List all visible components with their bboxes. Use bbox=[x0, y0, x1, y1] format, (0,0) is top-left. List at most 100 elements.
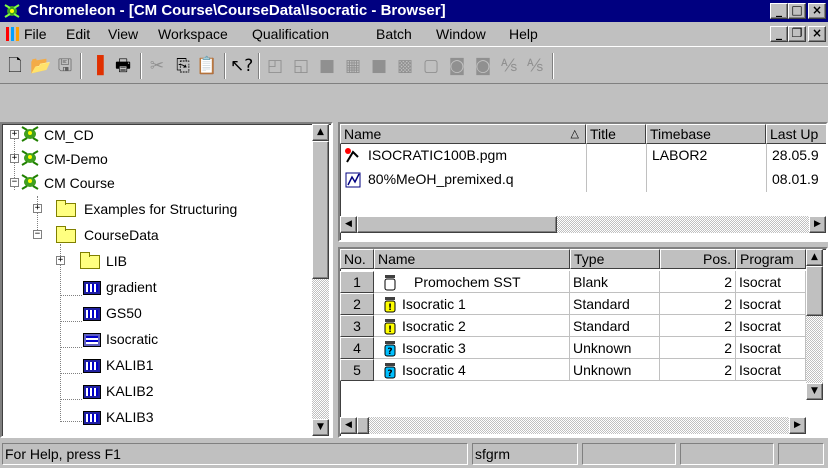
peak-icon[interactable]: ⅍ bbox=[498, 55, 520, 77]
spectra-icon[interactable]: ▩ bbox=[394, 55, 416, 77]
tree-item-kalib3[interactable]: KALIB3 bbox=[2, 406, 312, 430]
peak-alt-icon[interactable]: ⅍ bbox=[524, 55, 546, 77]
tree-item-cm-cd[interactable]: + CM_CD bbox=[2, 124, 312, 148]
sample-pos[interactable]: 2 bbox=[660, 271, 736, 293]
column-header-pos[interactable]: Pos. bbox=[660, 249, 736, 269]
tree-scrollbar[interactable]: ▲ ▼ bbox=[312, 124, 329, 436]
block-icon[interactable]: ■ bbox=[368, 55, 390, 77]
column-header-name[interactable]: Name △ bbox=[340, 124, 586, 144]
tree-item-gs50[interactable]: GS50 bbox=[2, 302, 312, 326]
row-number[interactable]: 5 bbox=[340, 359, 374, 381]
report-icon[interactable]: ◱ bbox=[290, 55, 312, 77]
expand-icon[interactable]: + bbox=[10, 130, 19, 139]
menu-workspace[interactable]: Workspace bbox=[158, 26, 228, 42]
scrollbar-thumb[interactable] bbox=[806, 266, 823, 316]
scroll-left-button[interactable]: ◀ bbox=[340, 216, 357, 233]
column-header-type[interactable]: Type bbox=[570, 249, 660, 269]
sample-pos[interactable]: 2 bbox=[660, 359, 736, 381]
menu-help[interactable]: Help bbox=[509, 26, 538, 42]
tree-item-lib[interactable]: + LIB bbox=[2, 250, 312, 274]
column-header-program[interactable]: Program bbox=[736, 249, 806, 269]
menu-qualification[interactable]: Qualification bbox=[252, 26, 329, 42]
sample-type[interactable]: Unknown bbox=[570, 337, 660, 359]
grid-icon[interactable]: ▦ bbox=[342, 55, 364, 77]
close-button[interactable]: × bbox=[808, 3, 826, 19]
cut-icon[interactable]: ✂ bbox=[146, 55, 168, 77]
row-number[interactable]: 4 bbox=[340, 337, 374, 359]
scrollbar-thumb[interactable] bbox=[357, 216, 557, 233]
row-number[interactable]: 1 bbox=[340, 271, 374, 293]
scroll-up-button[interactable]: ▲ bbox=[312, 124, 329, 141]
menu-view[interactable]: View bbox=[108, 26, 138, 42]
file-row[interactable]: 80%MeOH_premixed.q 08.01.9 bbox=[340, 168, 826, 192]
sample-pos[interactable]: 2 bbox=[660, 315, 736, 337]
sample-program[interactable]: Isocrat bbox=[736, 337, 806, 359]
row-number[interactable]: 3 bbox=[340, 315, 374, 337]
sample-name-cell[interactable]: ? Isocratic 4 bbox=[374, 359, 570, 381]
scroll-right-button[interactable]: ▶ bbox=[809, 216, 826, 233]
tree-item-isocratic[interactable]: Isocratic bbox=[2, 328, 312, 352]
sample-program[interactable]: Isocrat bbox=[736, 315, 806, 337]
open-folder-icon[interactable]: 📂 bbox=[30, 55, 52, 77]
sample-table-vscrollbar[interactable]: ▲ ▼ bbox=[806, 249, 823, 400]
size-grip-icon[interactable] bbox=[778, 443, 824, 465]
minimize-button[interactable]: _ bbox=[770, 3, 788, 19]
sample-program[interactable]: Isocrat bbox=[736, 293, 806, 315]
sample-row[interactable]: 2 ! Isocratic 1 Standard 2 Isocrat bbox=[340, 293, 806, 315]
print-icon[interactable]: 🖶 bbox=[112, 55, 134, 77]
expand-icon[interactable]: + bbox=[56, 256, 65, 265]
column-header-title[interactable]: Title bbox=[586, 124, 646, 144]
sample-type[interactable]: Unknown bbox=[570, 359, 660, 381]
sample-alt-icon[interactable]: ◙ bbox=[472, 55, 494, 77]
context-help-icon[interactable]: ↖? bbox=[230, 55, 253, 77]
sequence-wizard-icon[interactable]: ▐ bbox=[86, 55, 108, 77]
expand-icon[interactable]: + bbox=[10, 154, 19, 163]
tree-item-kalib1[interactable]: KALIB1 bbox=[2, 354, 312, 378]
save-icon[interactable]: 🖫 bbox=[54, 55, 76, 77]
copy-icon[interactable]: ⎘ bbox=[172, 55, 194, 77]
new-file-icon[interactable]: 🗋 bbox=[4, 55, 26, 77]
mdi-close-button[interactable]: × bbox=[808, 26, 826, 42]
mdi-minimize-button[interactable]: _ bbox=[770, 26, 788, 42]
sample-row[interactable]: 4 ? Isocratic 3 Unknown 2 Isocrat bbox=[340, 337, 806, 359]
paste-icon[interactable]: 📋 bbox=[196, 55, 218, 77]
menu-edit[interactable]: Edit bbox=[66, 26, 90, 42]
expand-icon[interactable]: + bbox=[33, 204, 42, 213]
column-header-timebase[interactable]: Timebase bbox=[646, 124, 766, 144]
table-icon[interactable]: ■ bbox=[316, 55, 338, 77]
sample-pos[interactable]: 2 bbox=[660, 337, 736, 359]
chromatogram-icon[interactable]: ◰ bbox=[264, 55, 286, 77]
window-icon[interactable]: ▢ bbox=[420, 55, 442, 77]
sample-program[interactable]: Isocrat bbox=[736, 271, 806, 293]
tree-item-gradient[interactable]: gradient bbox=[2, 276, 312, 300]
sample-program[interactable]: Isocrat bbox=[736, 359, 806, 381]
sample-pos[interactable]: 2 bbox=[660, 293, 736, 315]
collapse-icon[interactable]: − bbox=[10, 178, 19, 187]
document-menu-icon[interactable] bbox=[4, 25, 22, 43]
menu-batch[interactable]: Batch bbox=[376, 26, 412, 42]
sample-table-hscrollbar[interactable]: ◀ ▶ bbox=[340, 417, 806, 434]
tree-item-kalib2[interactable]: KALIB2 bbox=[2, 380, 312, 404]
file-row[interactable]: ISOCRATIC100B.pgm LABOR2 28.05.9 bbox=[340, 144, 826, 168]
tree-item-cm-course[interactable]: − CM Course bbox=[2, 172, 312, 196]
scroll-down-button[interactable]: ▼ bbox=[806, 383, 823, 400]
sample-name-cell[interactable]: ? Isocratic 3 bbox=[374, 337, 570, 359]
sample-type[interactable]: Standard bbox=[570, 315, 660, 337]
maximize-button[interactable]: □ bbox=[788, 3, 806, 19]
sample-name-cell[interactable]: Promochem SST bbox=[374, 271, 570, 293]
scrollbar-thumb[interactable] bbox=[357, 417, 369, 434]
column-header-last-update[interactable]: Last Up bbox=[766, 124, 826, 144]
title-bar[interactable]: Chromeleon - [CM Course\CourseData\Isocr… bbox=[0, 0, 828, 22]
sample-type[interactable]: Blank bbox=[570, 271, 660, 293]
collapse-icon[interactable]: − bbox=[33, 230, 42, 239]
row-number[interactable]: 2 bbox=[340, 293, 374, 315]
sample-name-cell[interactable]: ! Isocratic 2 bbox=[374, 315, 570, 337]
menu-window[interactable]: Window bbox=[436, 26, 486, 42]
sample-type[interactable]: Standard bbox=[570, 293, 660, 315]
tree-item-coursedata[interactable]: − CourseData bbox=[2, 224, 312, 248]
sample-row[interactable]: 1 Promochem SST Blank 2 Isocrat bbox=[340, 271, 806, 293]
column-header-name[interactable]: Name bbox=[374, 249, 570, 269]
mdi-restore-button[interactable]: ❐ bbox=[788, 26, 806, 42]
sample-row[interactable]: 3 ! Isocratic 2 Standard 2 Isocrat bbox=[340, 315, 806, 337]
sample-icon[interactable]: ◙ bbox=[446, 55, 468, 77]
